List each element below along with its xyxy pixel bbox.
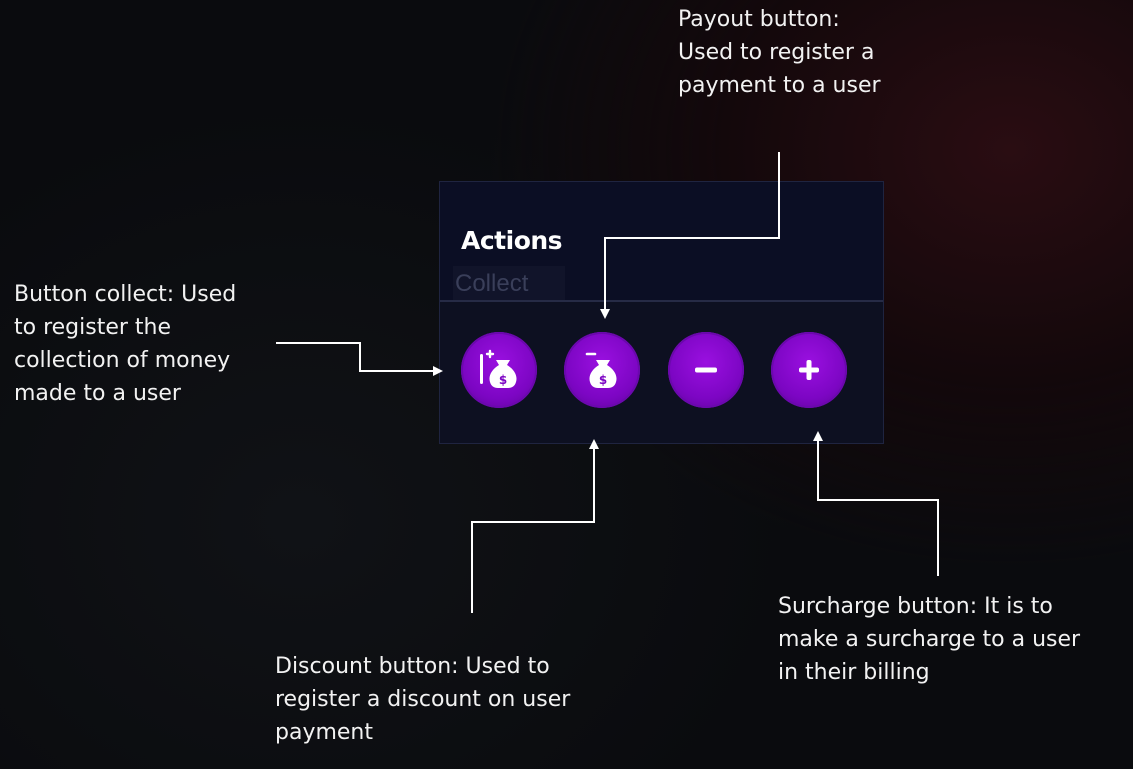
payout-arrow — [600, 152, 780, 319]
discount-arrow — [471, 439, 599, 613]
collect-arrow — [276, 342, 443, 376]
annotation-arrows — [276, 152, 939, 613]
surcharge-arrow — [813, 431, 939, 576]
